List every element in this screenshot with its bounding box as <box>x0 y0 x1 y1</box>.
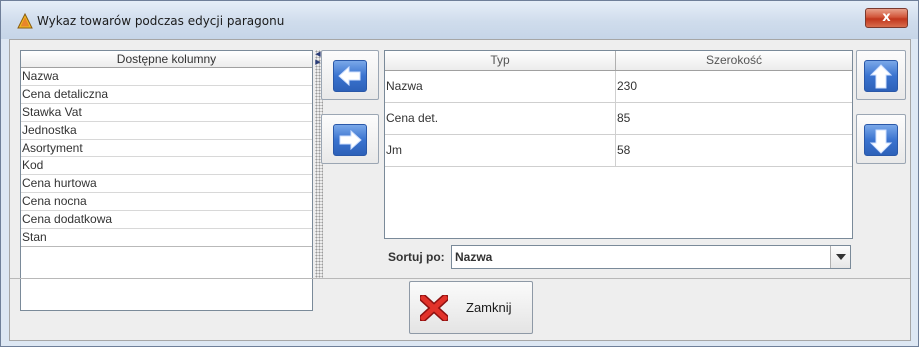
sort-selected-value: Nazwa <box>455 250 493 264</box>
list-item[interactable]: Cena detaliczna <box>21 86 312 104</box>
sort-label: Sortuj po: <box>388 250 445 264</box>
table-header: Typ Szerokość <box>385 51 852 71</box>
arrow-up-icon <box>864 60 898 92</box>
cell-szerokosc[interactable]: 85 <box>616 103 852 134</box>
close-button-label: Zamknij <box>466 300 512 315</box>
dialog-window: Wykaz towarów podczas edycji paragonu x … <box>0 0 919 347</box>
move-down-button[interactable] <box>856 114 906 164</box>
close-button[interactable]: Zamknij <box>409 281 533 334</box>
cell-typ[interactable]: Jm <box>385 135 616 166</box>
column-header-szerokosc[interactable]: Szerokość <box>616 51 852 70</box>
arrow-left-icon <box>333 60 367 92</box>
list-item[interactable]: Cena hurtowa <box>21 175 312 194</box>
list-item[interactable]: Stan <box>21 229 312 247</box>
move-up-button[interactable] <box>856 50 906 100</box>
cell-typ[interactable]: Cena det. <box>385 103 616 134</box>
dialog-body: Dostępne kolumny Nazwa Cena detaliczna S… <box>9 39 911 341</box>
list-item[interactable]: Jednostka <box>21 122 312 140</box>
window-title: Wykaz towarów podczas edycji paragonu <box>37 14 285 28</box>
footer-divider <box>10 278 910 279</box>
arrow-right-icon <box>333 124 367 156</box>
column-header-typ[interactable]: Typ <box>385 51 616 70</box>
list-item[interactable]: Cena nocna <box>21 193 312 212</box>
warning-icon <box>17 13 33 29</box>
list-item[interactable]: Asortyment <box>21 140 312 158</box>
move-left-button[interactable] <box>321 50 379 100</box>
sort-select[interactable]: Nazwa <box>451 245 851 269</box>
dropdown-button[interactable] <box>830 246 850 268</box>
move-right-button[interactable] <box>321 114 379 164</box>
red-x-icon <box>420 295 448 321</box>
available-columns-header: Dostępne kolumny <box>21 51 312 68</box>
list-item[interactable]: Nazwa <box>21 68 312 86</box>
cell-szerokosc[interactable]: 230 <box>616 71 852 102</box>
title-bar[interactable]: Wykaz towarów podczas edycji paragonu x <box>1 1 918 39</box>
table-row[interactable]: Nazwa 230 <box>385 71 852 103</box>
list-item[interactable]: Kod <box>21 157 312 176</box>
arrow-down-icon <box>864 124 898 156</box>
selected-columns-table[interactable]: Typ Szerokość Nazwa 230 Cena det. 85 Jm … <box>384 50 853 239</box>
list-item[interactable]: Cena dodatkowa <box>21 211 312 230</box>
table-row[interactable]: Jm 58 <box>385 135 852 167</box>
chevron-down-icon <box>836 254 846 260</box>
cell-szerokosc[interactable]: 58 <box>616 135 852 166</box>
window-close-button[interactable]: x <box>865 8 908 28</box>
cell-typ[interactable]: Nazwa <box>385 71 616 102</box>
table-row[interactable]: Cena det. 85 <box>385 103 852 135</box>
list-item[interactable]: Stawka Vat <box>21 104 312 122</box>
available-columns-list[interactable]: Dostępne kolumny Nazwa Cena detaliczna S… <box>20 50 313 311</box>
